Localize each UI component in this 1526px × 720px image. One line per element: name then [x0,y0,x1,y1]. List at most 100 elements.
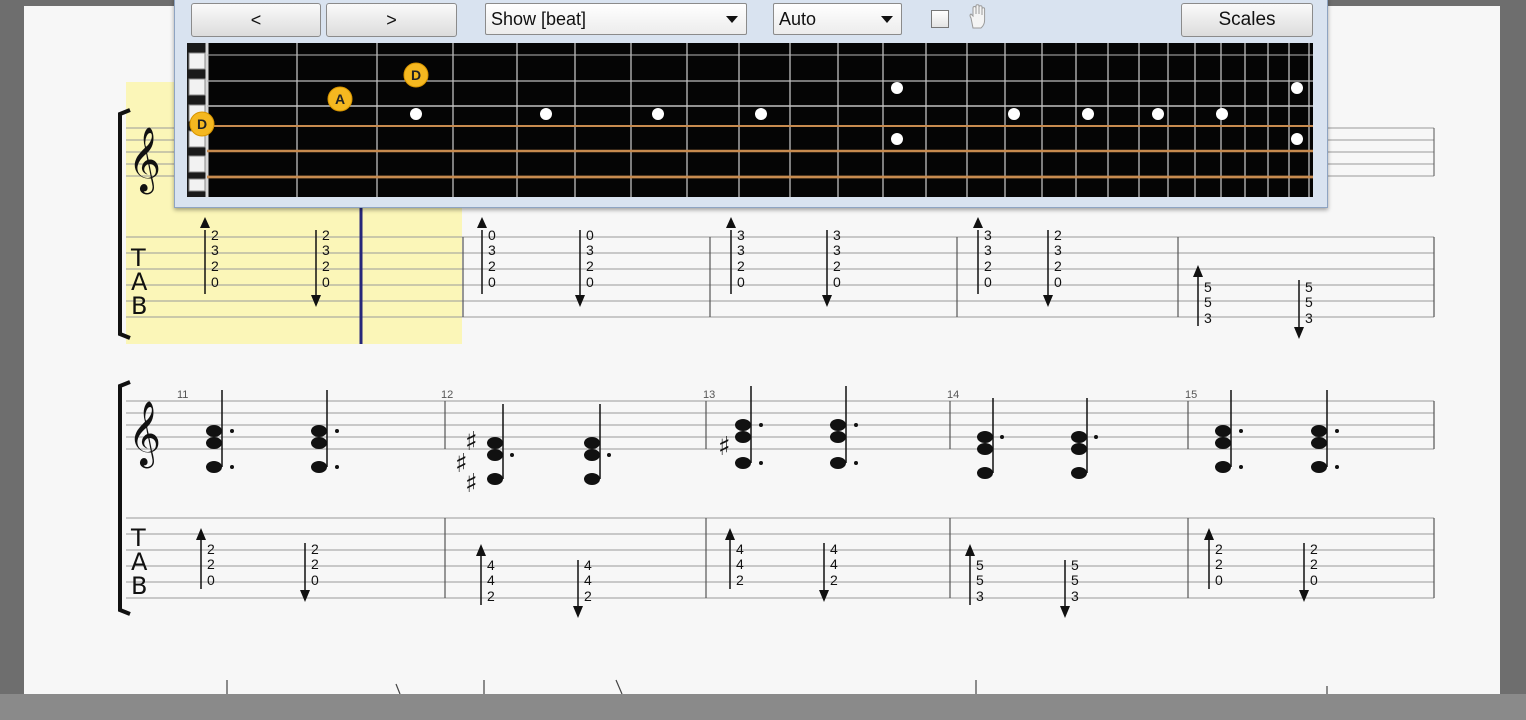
strum-up-arrow [973,217,983,294]
tab-number: 4 [487,572,495,588]
note-marker[interactable]: D [189,111,215,137]
tab-number: 2 [1054,227,1062,243]
note-marker[interactable]: D [403,62,429,88]
tab-number: 3 [1071,588,1079,604]
fretboard-window[interactable]: < > Show [beat] Auto Scales D A D [174,0,1328,208]
previous-button[interactable]: < [191,3,321,37]
tab-staff [126,517,1434,599]
tab-number: 3 [984,227,992,243]
tab-number: 2 [984,258,992,274]
tab-number: 2 [736,572,744,588]
tab-number: 3 [1054,242,1062,258]
tab-number: 2 [833,258,841,274]
tab-number: 5 [1305,279,1313,295]
tab-number: 0 [1215,572,1223,588]
treble-clef: 𝄞 [128,127,161,194]
measure-14[interactable]: 5 5 3 5 5 3 [965,544,1079,618]
measure-number: 15 [1185,389,1197,401]
strum-down-arrow [819,543,829,602]
svg-text:A: A [335,91,345,107]
tab-number: 0 [586,274,594,290]
tab-number: 2 [311,556,319,572]
tab-number: 2 [1215,556,1223,572]
tab-number: 3 [737,227,745,243]
measure-12[interactable]: 4 4 2 4 4 2 [476,544,592,618]
tab-number: 0 [488,227,496,243]
system-2: 𝄞 11 12 13 14 15 ♯ ♯ ♯ ♯ T A B 2 2 0 2 2… [118,380,1435,618]
tab-number: 2 [737,258,745,274]
tab-number: 2 [1310,556,1318,572]
strum-up-arrow [1204,528,1214,589]
measure-number: 14 [947,389,959,401]
tab-number: 0 [1054,274,1062,290]
tab-number: 4 [584,572,592,588]
measure-11[interactable]: 2 2 0 2 2 0 [196,528,319,602]
measure-15[interactable]: 2 2 0 2 2 0 [1204,528,1318,602]
measure-5[interactable]: 5 5 3 5 5 3 [1193,265,1313,339]
tab-number: 3 [976,588,984,604]
strum-up-arrow [196,528,206,589]
tab-number: 5 [1204,294,1212,310]
strum-up-arrow [965,544,975,605]
tab-number: 4 [830,541,838,557]
mode-dropdown-value: Auto [779,8,817,29]
tab-number: 5 [976,572,984,588]
fretboard-neck[interactable]: D A D [187,43,1313,197]
svg-text:D: D [411,67,421,83]
svg-text:D: D [197,116,207,132]
tab-number: 0 [1310,572,1318,588]
tab-number: 2 [1310,541,1318,557]
tab-barlines [444,518,1435,598]
measure-3[interactable]: 3 3 2 0 3 3 2 0 [726,217,841,307]
measure-number: 12 [441,389,453,401]
tab-number: 0 [207,572,215,588]
measure-number: 13 [703,389,715,401]
tab-number: 0 [833,274,841,290]
tab-number: 3 [1204,310,1212,326]
tab-number: 4 [487,557,495,573]
tab-number: 0 [322,274,330,290]
tab-number: 2 [584,588,592,604]
tab-number: 4 [736,556,744,572]
tab-number: 0 [211,274,219,290]
strum-up-arrow [477,217,487,294]
fretboard-wood [187,43,1313,197]
tab-number: 2 [207,541,215,557]
tab-number: 0 [984,274,992,290]
tab-number: 0 [737,274,745,290]
measure-13[interactable]: 4 4 2 4 4 2 [725,528,838,602]
measure-4[interactable]: 3 3 2 0 2 3 2 0 [973,217,1062,307]
tab-number: 2 [211,258,219,274]
tab-number: 2 [211,227,219,243]
show-dropdown[interactable]: Show [beat] [485,3,747,35]
tab-number: 4 [736,541,744,557]
chevron-down-icon [881,16,893,23]
note-marker[interactable]: A [327,86,353,112]
tab-number: 4 [584,557,592,573]
tab-number: 5 [1305,294,1313,310]
strum-down-arrow [1060,560,1070,618]
tab-number: 2 [1054,258,1062,274]
tab-clef-b: B [131,572,147,600]
next-button[interactable]: > [326,3,457,37]
strum-down-arrow [300,543,310,602]
measure-2[interactable]: 0 3 2 0 0 3 2 0 [477,217,594,307]
tab-number: 0 [488,274,496,290]
option-checkbox[interactable] [931,10,949,28]
tab-number: 3 [322,242,330,258]
strum-up-arrow [726,217,736,294]
tab-number: 3 [488,242,496,258]
tab-clef-b: B [131,292,147,320]
treble-clef: 𝄞 [128,401,161,468]
tab-number: 5 [976,557,984,573]
mode-dropdown[interactable]: Auto [773,3,902,35]
tab-number: 5 [1071,572,1079,588]
tab-number: 3 [586,242,594,258]
svg-text:♯: ♯ [465,469,478,499]
measure-number: 11 [177,389,188,401]
strum-down-arrow [573,560,583,618]
hand-icon[interactable] [965,4,989,30]
next-system-partial [226,679,1328,695]
tab-number: 2 [322,258,330,274]
scales-button[interactable]: Scales [1181,3,1313,37]
